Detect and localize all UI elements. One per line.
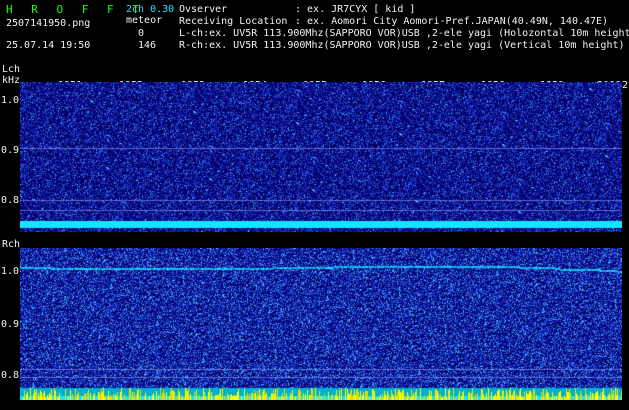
lch-tick-0-8: 0.8	[1, 195, 20, 206]
rch-spectrogram-canvas	[20, 248, 622, 400]
rch-tick-1-0: 1.0	[1, 266, 20, 277]
rch-spectrogram	[20, 248, 622, 400]
time-tick: 2	[622, 80, 629, 91]
event-count-right: 146	[138, 40, 157, 51]
rch-tick-0-8: 0.8	[1, 370, 20, 381]
observer-label: Ovserver	[179, 4, 228, 15]
event-type-label: meteor	[126, 15, 163, 26]
channel-mode: 2ch 0.30	[126, 4, 175, 15]
timestamp: 25.07.14 19:50	[6, 40, 91, 51]
unit-label: kHz	[2, 75, 21, 86]
app-title: H R O F F T	[6, 3, 145, 16]
lch-tick-1-0: 1.0	[1, 95, 20, 106]
event-count-left: 0	[138, 28, 145, 39]
lch-spectrogram-canvas	[20, 82, 622, 232]
lch-tick-0-9: 0.9	[1, 145, 20, 156]
location-value: : ex. Aomori City Aomori-Pref.JAPAN(40.4…	[295, 16, 609, 27]
lch-label: Lch	[2, 64, 21, 75]
file-name: 2507141950.png	[6, 18, 91, 29]
lch-spectrogram	[20, 82, 622, 232]
rch-label: Rch	[2, 239, 21, 250]
header: H R O F F T 2ch 0.30 2507141950.png mete…	[0, 0, 629, 60]
observer-value: : ex. JR7CYX [ kid ]	[295, 4, 416, 15]
rch-tick-0-9: 0.9	[1, 319, 20, 330]
rch-info: R-ch:ex. UV5R 113.900Mhz(SAPPORO VOR)USB…	[179, 40, 625, 51]
lch-info: L-ch:ex. UV5R 113.900Mhz(SAPPORO VOR)USB…	[179, 28, 629, 39]
location-label: Receiving Location	[179, 16, 288, 27]
